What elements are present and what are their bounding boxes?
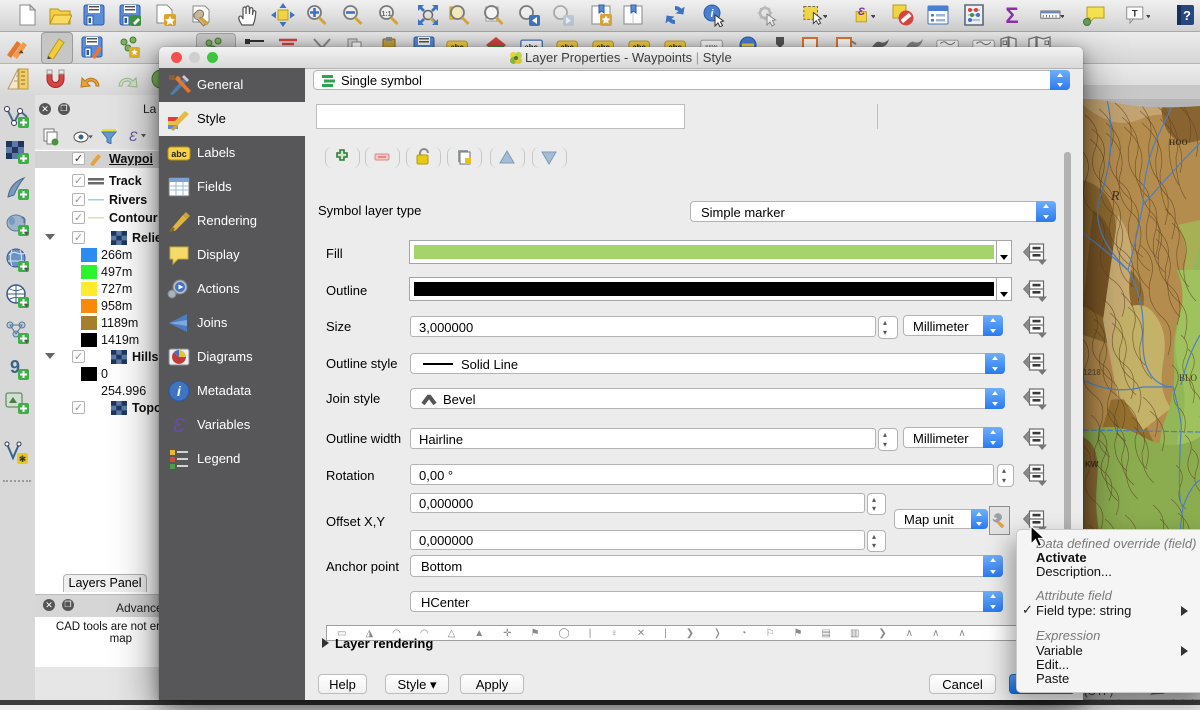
svg-text:R: R xyxy=(1110,189,1120,204)
svg-text:1218: 1218 xyxy=(1083,368,1101,377)
svg-text:HOO: HOO xyxy=(1169,138,1188,147)
svg-text:BLO: BLO xyxy=(1179,373,1198,383)
svg-text:Ɛ: Ɛ xyxy=(858,6,866,18)
svg-text:T: T xyxy=(1132,9,1138,20)
svg-text:KW: KW xyxy=(1085,460,1099,469)
svg-text:1:1: 1:1 xyxy=(381,11,391,18)
svg-text:Σ: Σ xyxy=(1005,3,1018,27)
svg-text:?: ? xyxy=(1183,8,1191,23)
svg-text:Ɛ: Ɛ xyxy=(129,128,138,144)
svg-text:✱: ✱ xyxy=(19,454,27,464)
